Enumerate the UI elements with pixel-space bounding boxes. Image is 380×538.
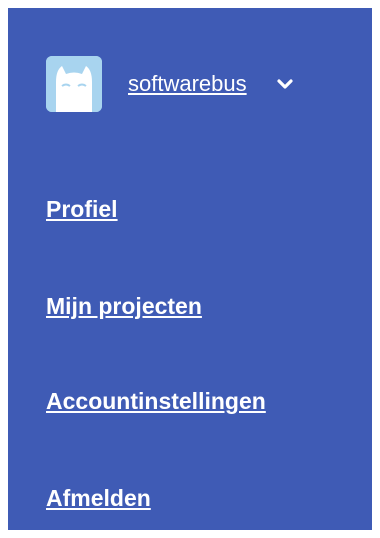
- avatar[interactable]: [46, 56, 102, 112]
- account-header[interactable]: softwarebus: [46, 56, 295, 112]
- cat-avatar-icon: [46, 56, 102, 112]
- menu-item-profile[interactable]: Profiel: [46, 196, 118, 223]
- account-menu-panel: softwarebus Profiel Mijn projecten Accou…: [8, 8, 372, 530]
- menu-item-sign-out[interactable]: Afmelden: [46, 485, 151, 512]
- username-link[interactable]: softwarebus: [128, 71, 247, 97]
- menu-item-account-settings[interactable]: Accountinstellingen: [46, 388, 266, 415]
- menu-item-my-projects[interactable]: Mijn projecten: [46, 293, 202, 320]
- chevron-down-icon[interactable]: [275, 74, 295, 94]
